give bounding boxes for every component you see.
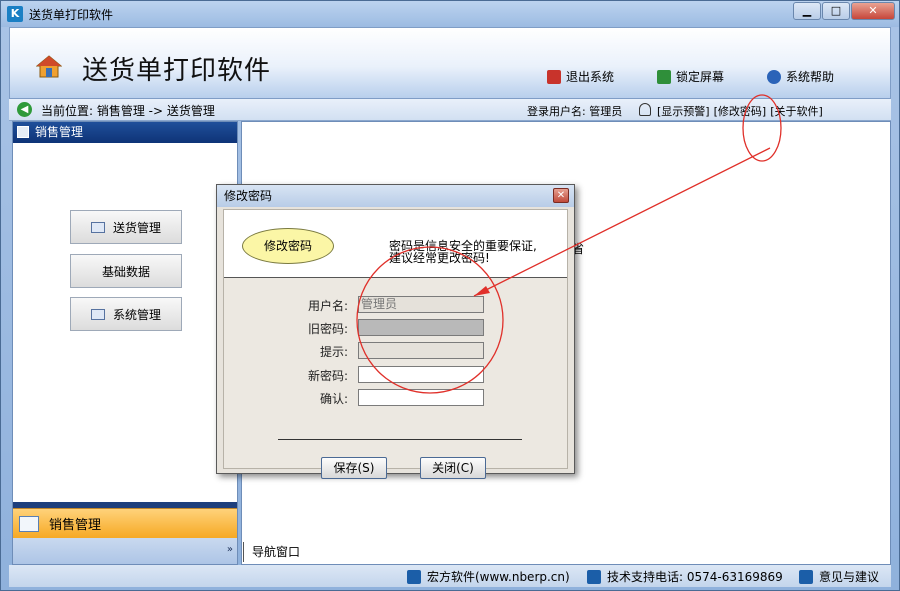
old-password-field[interactable] xyxy=(358,319,484,336)
lock-screen-button[interactable]: 锁定屏幕 xyxy=(657,68,724,85)
title-bar: K 送货单打印软件 ▁ □ ✕ xyxy=(1,1,899,27)
sidebar: 销售管理 送货管理 基础数据 系统管理 销售管理 » xyxy=(12,121,238,565)
feedback-link[interactable]: 意见与建议 xyxy=(799,568,879,585)
sidebar-header: 销售管理 xyxy=(13,122,237,143)
breadcrumb: 当前位置: 销售管理 -> 送货管理 xyxy=(41,104,215,118)
confirm-password-label: 确认: xyxy=(319,392,348,406)
sales-group-icon xyxy=(19,515,39,532)
nav-links: [显示预警] [修改密码] [关于软件] xyxy=(657,103,823,119)
phone-icon xyxy=(587,569,601,584)
close-button[interactable]: 关闭(C) xyxy=(420,457,486,479)
company-label: 宏方软件(www.nberp.cn) xyxy=(427,570,570,584)
sidebar-item-label: 系统管理 xyxy=(112,307,161,322)
tab-navigation-window[interactable]: 导航窗口 xyxy=(243,542,308,562)
dialog-body: 修改密码 密码是信息安全的重要保证, 建议经常更改密码! 用户名: 管理员 旧密… xyxy=(223,209,568,479)
dialog-divider xyxy=(278,439,522,440)
system-icon xyxy=(90,308,105,320)
sidebar-header-icon xyxy=(17,126,29,138)
login-user: 登录用户名: 管理员 xyxy=(527,105,623,118)
new-password-field[interactable] xyxy=(358,366,484,383)
dialog-banner: 修改密码 密码是信息安全的重要保证, 建议经常更改密码! xyxy=(224,210,567,278)
dialog-title: 修改密码 xyxy=(224,189,273,203)
lock-screen-label: 锁定屏幕 xyxy=(676,70,725,84)
old-password-label: 旧密码: xyxy=(307,322,348,336)
sidebar-item-label: 送货管理 xyxy=(112,220,161,235)
back-arrow-icon[interactable]: ◀ xyxy=(17,102,32,117)
dialog-close-icon[interactable]: ✕ xyxy=(553,188,569,203)
app-logo-icon: K xyxy=(7,6,23,22)
status-bar: 宏方软件(www.nberp.cn) 技术支持电话: 0574-63169869… xyxy=(9,565,891,587)
sidebar-item-label: 基础数据 xyxy=(101,264,150,279)
username-label: 用户名: xyxy=(307,299,348,313)
sidebar-group-label: 销售管理 xyxy=(49,518,102,533)
location-bar: ◀ 当前位置: 销售管理 -> 送货管理 登录用户名: 管理员 [显示预警] [… xyxy=(9,99,891,121)
system-help-button[interactable]: 系统帮助 xyxy=(767,68,834,85)
sidebar-item-delivery[interactable]: 送货管理 xyxy=(70,210,182,244)
app-header: 送货单打印软件 退出系统 锁定屏幕 系统帮助 xyxy=(9,27,891,99)
dialog-badge: 修改密码 xyxy=(242,228,334,264)
window-controls: ▁ □ ✕ xyxy=(792,2,895,20)
sidebar-header-label: 销售管理 xyxy=(35,125,84,139)
close-window-button[interactable]: ✕ xyxy=(851,2,895,20)
help-icon xyxy=(767,69,781,84)
username-field: 管理员 xyxy=(358,296,484,313)
sidebar-item-basic-data[interactable]: 基础数据 xyxy=(70,254,182,288)
chevron-right-icon[interactable]: » xyxy=(227,544,233,555)
dialog-title-bar: 修改密码 ✕ xyxy=(217,185,574,207)
delivery-icon xyxy=(90,221,105,233)
sidebar-footer: » xyxy=(13,538,237,564)
change-password-dialog: 修改密码 ✕ 修改密码 密码是信息安全的重要保证, 建议经常更改密码! 用户名:… xyxy=(216,184,575,479)
maximize-button[interactable]: □ xyxy=(822,2,850,20)
exit-system-label: 退出系统 xyxy=(566,70,615,84)
app-title: 送货单打印软件 xyxy=(82,56,272,86)
window-title: 送货单打印软件 xyxy=(29,8,114,22)
exit-icon xyxy=(547,69,561,84)
minimize-button[interactable]: ▁ xyxy=(793,2,821,20)
lock-icon xyxy=(657,69,671,84)
sidebar-item-system[interactable]: 系统管理 xyxy=(70,297,182,331)
new-password-label: 新密码: xyxy=(307,369,348,383)
hint-label: 提示: xyxy=(319,345,348,359)
company-link[interactable]: 宏方软件(www.nberp.cn) xyxy=(407,568,570,585)
question-icon xyxy=(799,569,813,584)
change-password-link[interactable]: [修改密码] xyxy=(714,103,767,119)
hint-field xyxy=(358,342,484,359)
home-icon xyxy=(36,55,62,78)
sidebar-group-sales[interactable]: 销售管理 xyxy=(13,508,237,538)
bell-icon xyxy=(639,103,651,116)
support-phone: 技术支持电话: 0574-63169869 xyxy=(587,568,783,585)
dialog-message: 密码是信息安全的重要保证, 建议经常更改密码! xyxy=(389,240,537,264)
home-small-icon xyxy=(407,569,421,584)
system-help-label: 系统帮助 xyxy=(786,70,835,84)
message-line-2: 建议经常更改密码! xyxy=(389,251,490,265)
save-button[interactable]: 保存(S) xyxy=(321,457,387,479)
exit-system-button[interactable]: 退出系统 xyxy=(547,68,614,85)
about-software-link[interactable]: [关于软件] xyxy=(770,103,823,119)
support-phone-label: 技术支持电话: 0574-63169869 xyxy=(607,570,783,584)
show-warning-link[interactable]: [显示预警] xyxy=(657,103,710,119)
confirm-password-field[interactable] xyxy=(358,389,484,406)
feedback-label: 意见与建议 xyxy=(819,570,880,584)
